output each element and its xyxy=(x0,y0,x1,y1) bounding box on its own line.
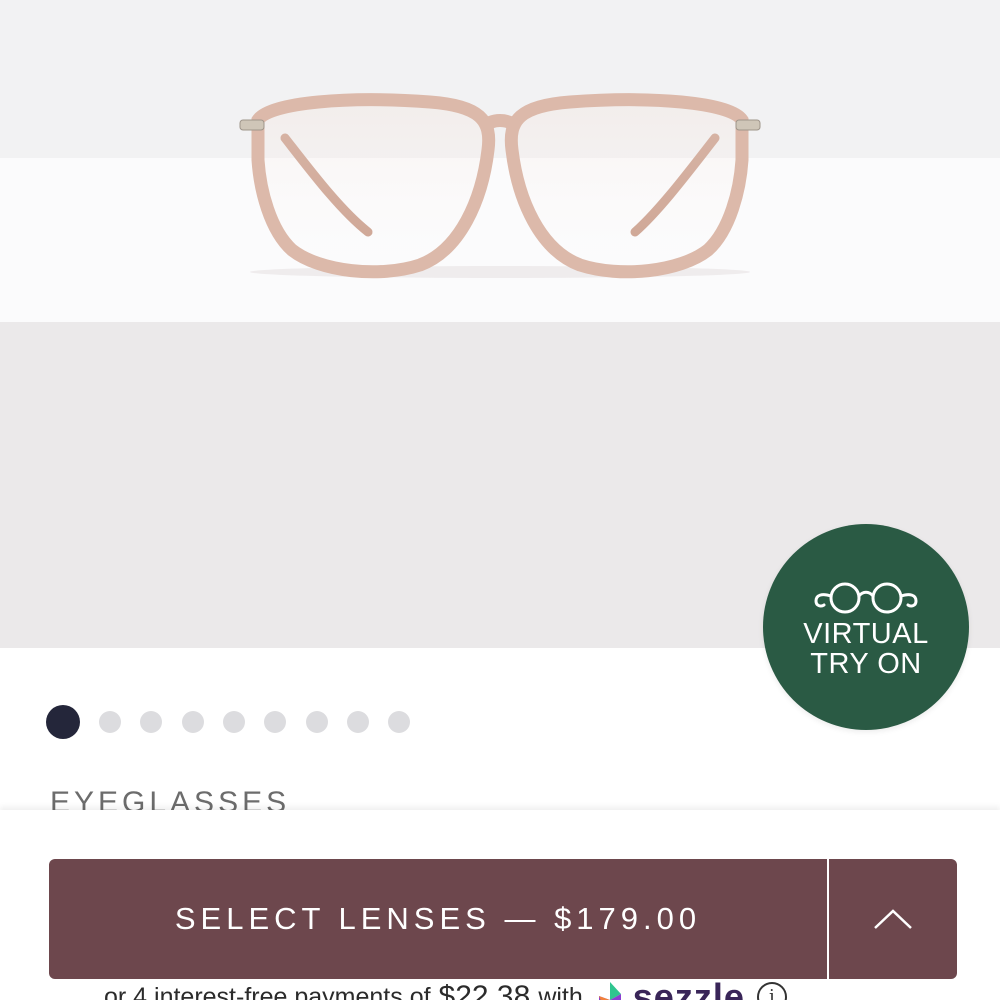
carousel-dot[interactable] xyxy=(305,711,328,733)
carousel-dot[interactable] xyxy=(346,711,369,733)
sticky-purchase-bar: SELECT LENSES — $179.00 or 4 interest-fr… xyxy=(0,810,1000,1000)
sezzle-with: with xyxy=(538,982,583,1000)
chevron-up-icon xyxy=(874,909,912,929)
sezzle-prefix: or 4 interest-free payments of xyxy=(104,982,431,1000)
carousel-dot[interactable] xyxy=(99,711,121,733)
carousel-dot[interactable] xyxy=(388,711,411,733)
sezzle-logo[interactable]: sezzle xyxy=(593,976,745,1000)
select-lenses-label: SELECT LENSES — $179.00 xyxy=(174,901,702,936)
carousel-dot[interactable] xyxy=(264,711,287,733)
carousel-dot[interactable] xyxy=(140,711,163,733)
installment-amount: $22.38 xyxy=(438,980,531,1000)
eyeglasses-frame-image xyxy=(239,93,761,279)
carousel-dot[interactable] xyxy=(181,711,204,733)
sezzle-installments: or 4 interest-free payments of $22.38 wi… xyxy=(104,976,787,1000)
sezzle-wordmark: sezzle xyxy=(632,976,745,1000)
carousel-dot[interactable] xyxy=(222,711,245,733)
virtual-try-on-label: VIRTUAL TRY ON xyxy=(803,618,929,680)
info-icon[interactable]: i xyxy=(756,982,787,1000)
expand-details-button[interactable] xyxy=(829,859,957,979)
glasses-icon xyxy=(814,582,918,614)
carousel-dot-active[interactable] xyxy=(46,705,80,739)
select-lenses-button[interactable]: SELECT LENSES — $179.00 xyxy=(49,859,827,979)
virtual-try-on-button[interactable]: VIRTUAL TRY ON xyxy=(763,524,969,730)
sezzle-mark-icon xyxy=(598,982,621,1000)
